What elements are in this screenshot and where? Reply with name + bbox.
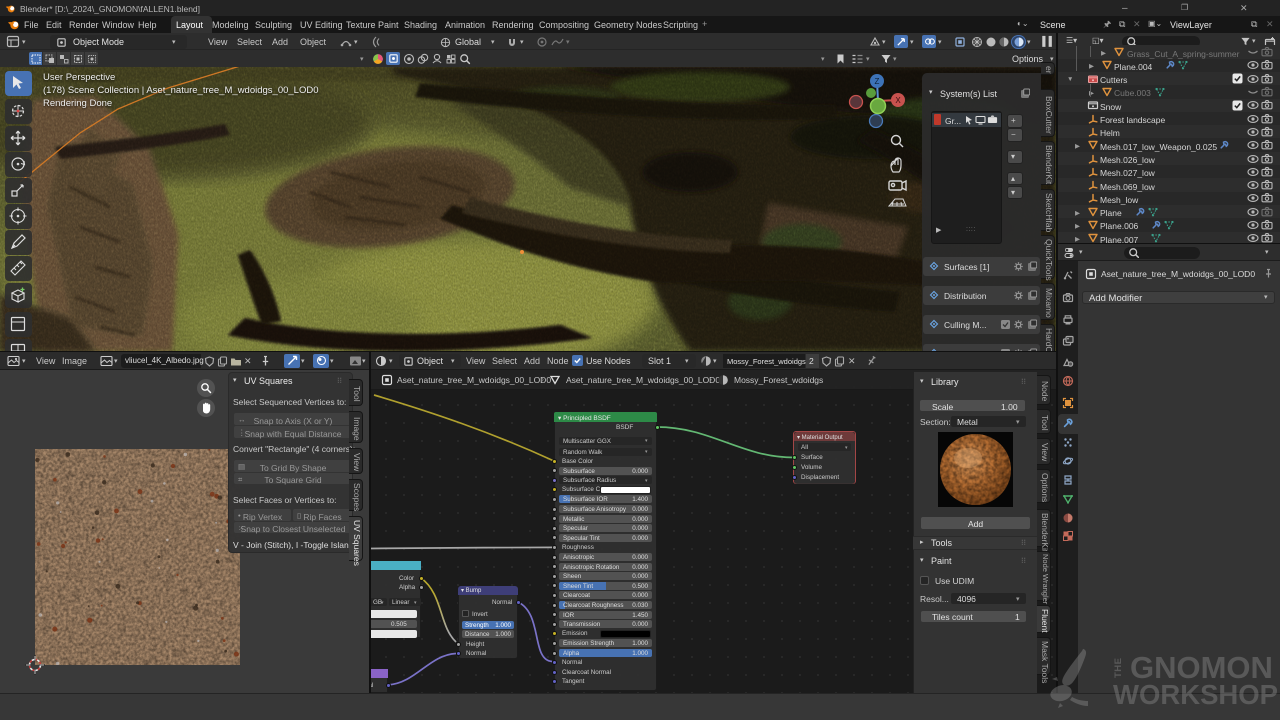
- svg-text:THE: THE: [1113, 658, 1124, 679]
- svg-text:Z: Z: [875, 77, 880, 86]
- svg-text:WORKSHOP: WORKSHOP: [1113, 679, 1278, 709]
- svg-text:X: X: [895, 96, 901, 105]
